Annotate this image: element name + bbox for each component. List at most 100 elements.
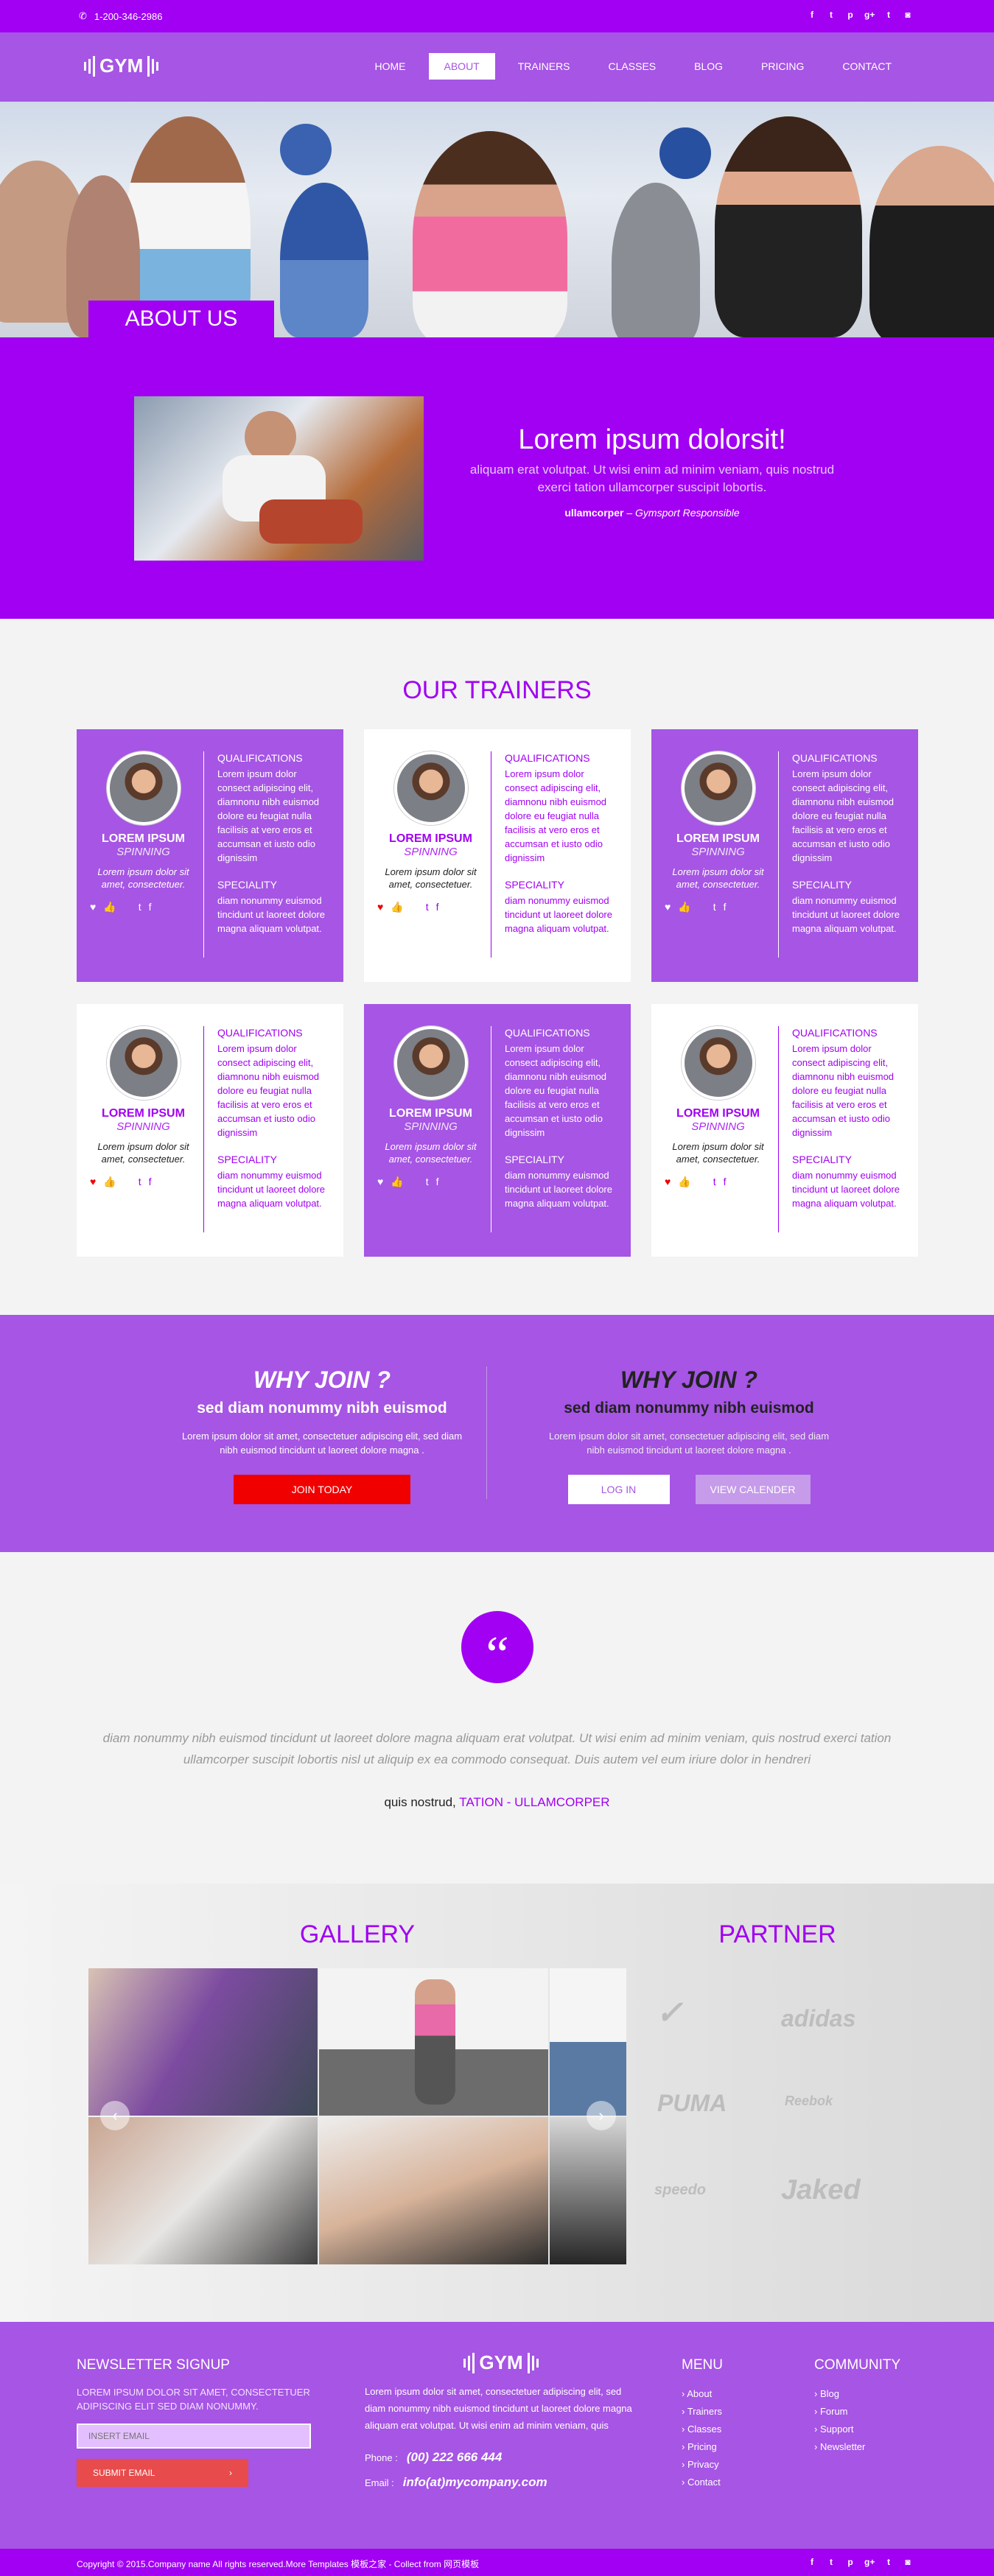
facebook-icon[interactable]: f — [724, 1176, 727, 1188]
logo-bars-icon — [527, 2352, 539, 2373]
nav-classes[interactable]: CLASSES — [593, 53, 672, 80]
phone-icon: ✆ — [79, 10, 87, 21]
thumbs-up-icon[interactable]: 👍 — [391, 901, 403, 913]
nav-contact[interactable]: CONTACT — [827, 53, 907, 80]
newsletter-text: LOREM IPSUM DOLOR SIT AMET, CONSECTETUER… — [77, 2387, 310, 2412]
speedo-logo[interactable]: speedo — [654, 2182, 706, 2199]
nike-logo-icon[interactable]: ✓ — [656, 1994, 683, 2032]
speciality-text: diam nonummy euismod tincidunt ut laoree… — [792, 1170, 900, 1209]
submit-email-label: SUBMIT EMAIL — [93, 2468, 155, 2478]
twitter-icon[interactable]: t — [139, 1176, 141, 1188]
speciality-text: diam nonummy euismod tincidunt ut laoree… — [217, 895, 325, 934]
jaked-logo[interactable]: Jaked — [781, 2175, 861, 2206]
reebok-logo[interactable]: Reebok — [785, 2094, 833, 2109]
trainer-name: LOREM IPSUM — [102, 832, 185, 845]
join-today-button[interactable]: JOIN TODAY — [234, 1475, 410, 1504]
qualifications-title: QUALIFICATIONS — [505, 752, 590, 764]
facebook-icon[interactable]: f — [724, 901, 727, 913]
footer-community-item[interactable]: Newsletter — [814, 2438, 925, 2456]
heart-icon[interactable]: ♥ — [90, 1176, 96, 1188]
footer-menu-item[interactable]: Pricing — [682, 2438, 792, 2456]
gallery-image[interactable] — [550, 1968, 626, 2116]
twitter-icon[interactable]: t — [826, 2557, 836, 2567]
tumblr-icon[interactable]: t — [883, 10, 894, 20]
gallery-image[interactable] — [88, 1968, 318, 2116]
twitter-icon[interactable]: t — [426, 1176, 429, 1188]
gallery-prev-icon[interactable]: ‹ — [100, 2101, 130, 2130]
logo[interactable]: GYM — [84, 55, 159, 77]
gallery-image[interactable] — [550, 2117, 626, 2264]
footer-community-item[interactable]: Blog — [814, 2385, 925, 2403]
facebook-icon[interactable]: f — [436, 901, 439, 913]
nav-blog[interactable]: BLOG — [679, 53, 738, 80]
footer-menu-title: MENU — [682, 2357, 723, 2373]
heart-icon[interactable]: ♥ — [665, 901, 671, 913]
instagram-icon[interactable]: ◙ — [903, 2557, 913, 2567]
twitter-icon[interactable]: t — [139, 901, 141, 913]
footer-logo[interactable]: GYM — [365, 2351, 637, 2374]
thumbs-up-icon[interactable]: 👍 — [678, 901, 690, 913]
pinterest-icon[interactable]: p — [845, 2557, 855, 2567]
heart-icon[interactable]: ♥ — [665, 1176, 671, 1188]
trainer-avatar — [393, 1026, 468, 1100]
login-button[interactable]: LOG IN — [567, 1475, 670, 1504]
gallery-image[interactable] — [88, 2117, 318, 2264]
trainer-desc: Lorem ipsum dolor sit amet, consectetuer… — [97, 1141, 189, 1165]
adidas-logo[interactable]: adidas — [781, 2005, 855, 2032]
why-join-text: Lorem ipsum dolor sit amet, consectetuer… — [548, 1431, 830, 1456]
footer-community-title: COMMUNITY — [814, 2357, 901, 2373]
main-navbar: GYM HOME ABOUT TRAINERS CLASSES BLOG PRI… — [0, 32, 994, 102]
googleplus-icon[interactable]: g+ — [864, 10, 875, 20]
trainer-role: SPINNING — [404, 846, 458, 858]
qualifications-text: Lorem ipsum dolor consect adipiscing eli… — [505, 768, 607, 863]
heart-icon[interactable]: ♥ — [377, 901, 383, 913]
footer-about-block: GYM Lorem ipsum dolor sit amet, consecte… — [365, 2351, 637, 2490]
footer-community-item[interactable]: Support — [814, 2421, 925, 2438]
facebook-icon[interactable]: f — [149, 1176, 152, 1188]
twitter-icon[interactable]: t — [826, 10, 836, 20]
twitter-icon[interactable]: t — [426, 901, 429, 913]
footer-menu-item[interactable]: About — [682, 2385, 792, 2403]
googleplus-icon[interactable]: g+ — [864, 2557, 875, 2567]
nav-about[interactable]: ABOUT — [428, 53, 495, 80]
footer-menu-item[interactable]: Trainers — [682, 2403, 792, 2421]
nav-home[interactable]: HOME — [360, 53, 421, 80]
heart-icon[interactable]: ♥ — [377, 1176, 383, 1188]
tumblr-icon[interactable]: t — [883, 2557, 894, 2567]
view-calendar-button[interactable]: VIEW CALENDER — [695, 1475, 811, 1504]
puma-logo[interactable]: PUMA — [657, 2090, 727, 2117]
pinterest-icon[interactable]: p — [845, 10, 855, 20]
facebook-icon[interactable]: f — [149, 901, 152, 913]
facebook-icon[interactable]: f — [807, 2557, 817, 2567]
qualifications-title: QUALIFICATIONS — [217, 1027, 303, 1039]
thumbs-up-icon[interactable]: 👍 — [103, 1176, 116, 1188]
about-tab: ABOUT US — [88, 301, 274, 337]
nav-trainers[interactable]: TRAINERS — [503, 53, 586, 80]
footer-menu-item[interactable]: Classes — [682, 2421, 792, 2438]
nav-pricing[interactable]: PRICING — [746, 53, 819, 80]
trainer-desc: Lorem ipsum dolor sit amet, consectetuer… — [97, 866, 189, 890]
footer-menu-item[interactable]: Contact — [682, 2474, 792, 2491]
why-join-left: WHY JOIN ? sed diam nonummy nibh euismod… — [153, 1366, 491, 1504]
footer-community-item[interactable]: Forum — [814, 2403, 925, 2421]
gallery-image[interactable] — [319, 1968, 548, 2116]
twitter-icon[interactable]: t — [713, 1176, 716, 1188]
footer-community-block: COMMUNITY Blog Forum Support Newsletter — [814, 2357, 925, 2456]
thumbs-up-icon[interactable]: 👍 — [678, 1176, 690, 1188]
footer-email[interactable]: info(at)mycompany.com — [403, 2475, 547, 2490]
twitter-icon[interactable]: t — [713, 901, 716, 913]
speciality-title: SPECIALITY — [505, 879, 564, 891]
submit-email-button[interactable]: SUBMIT EMAIL › — [77, 2459, 248, 2487]
thumbs-up-icon[interactable]: 👍 — [103, 901, 116, 913]
gallery-next-icon[interactable]: › — [587, 2101, 616, 2130]
facebook-icon[interactable]: f — [807, 10, 817, 20]
gallery-image[interactable] — [319, 2117, 548, 2264]
instagram-icon[interactable]: ◙ — [903, 10, 913, 20]
thumbs-up-icon[interactable]: 👍 — [391, 1176, 403, 1188]
trainer-name: LOREM IPSUM — [102, 1107, 185, 1120]
newsletter-email-input[interactable] — [77, 2424, 311, 2449]
heart-icon[interactable]: ♥ — [90, 901, 96, 913]
footer-menu-item[interactable]: Privacy — [682, 2456, 792, 2474]
qualifications-title: QUALIFICATIONS — [505, 1027, 590, 1039]
facebook-icon[interactable]: f — [436, 1176, 439, 1188]
